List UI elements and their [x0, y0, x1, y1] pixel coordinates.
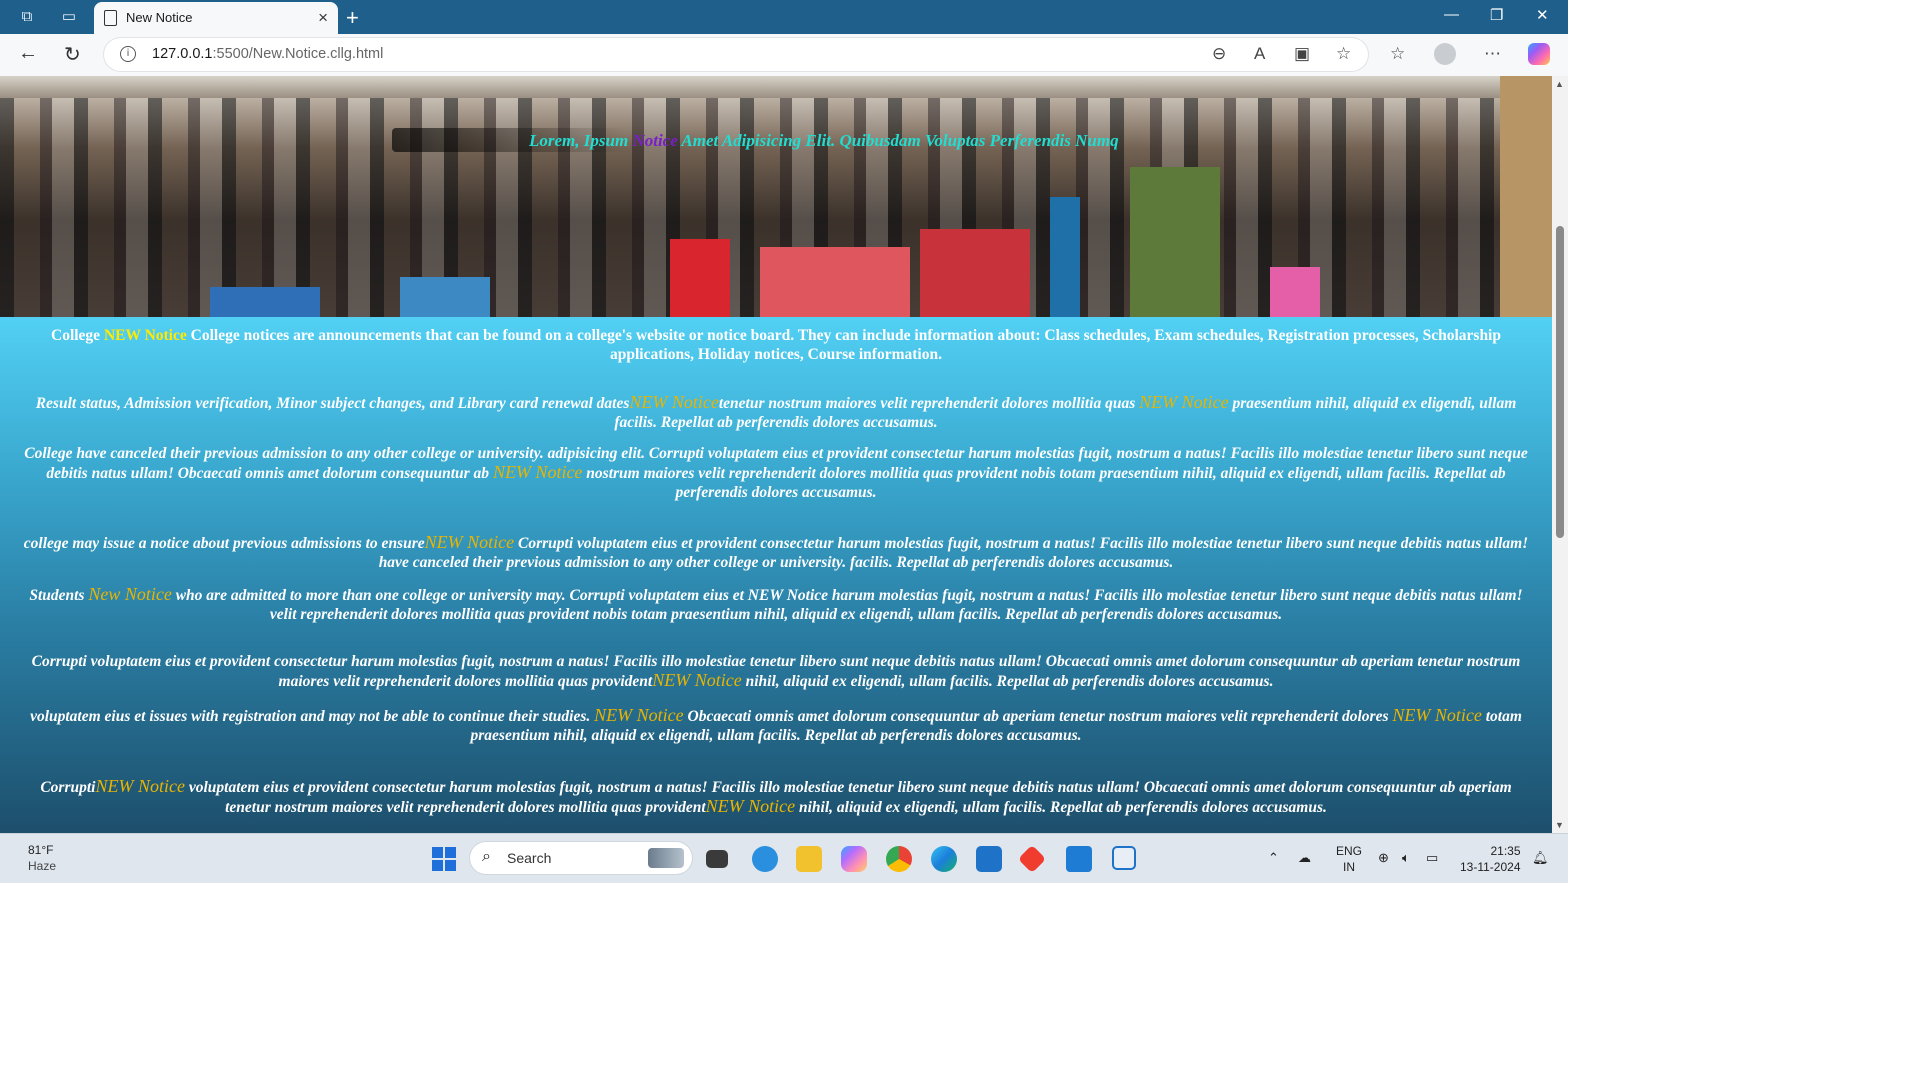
book-image [400, 277, 490, 317]
notice-paragraph: Result status, Admission verification, M… [35, 392, 1517, 432]
notice-paragraph: college may issue a notice about previou… [23, 532, 1529, 572]
search-icon: ⌕ [482, 848, 491, 865]
minimize-icon[interactable]: — [1444, 6, 1459, 23]
new-notice-label: NEW Notice [652, 670, 742, 690]
book-image [760, 247, 910, 317]
read-aloud-icon[interactable]: A [1254, 44, 1265, 64]
anydesk-icon[interactable] [1017, 844, 1047, 874]
bookshelf-top [0, 76, 1552, 98]
hero-banner-image: Lorem, Ipsum Notice Amet Adipisicing Eli… [0, 76, 1552, 317]
copilot-icon[interactable] [1528, 43, 1550, 65]
battery-icon[interactable]: ▭ [1426, 850, 1438, 866]
close-tab-icon[interactable]: × [318, 8, 328, 28]
edge-beta-icon[interactable] [752, 846, 778, 872]
vertical-scrollbar[interactable]: ▲ ▼ [1552, 76, 1568, 833]
book-image [670, 239, 730, 317]
onedrive-icon[interactable]: ☁ [1298, 850, 1311, 866]
clock[interactable]: 21:35 13-11-2024 [1460, 843, 1521, 875]
tab-title: New Notice [126, 10, 193, 25]
task-view-icon[interactable] [706, 850, 728, 868]
show-hidden-icons-icon[interactable]: ⌃ [1268, 850, 1279, 866]
new-notice-label: NEW Notice [705, 796, 796, 816]
address-bar[interactable]: i 127.0.0.1:5500/New.Notice.cllg.html ⊖ … [104, 38, 1368, 71]
restore-icon[interactable]: ❐ [1490, 6, 1503, 24]
tab-actions-icon[interactable]: ▭ [60, 8, 78, 26]
profile-avatar[interactable] [1434, 43, 1456, 65]
store-icon[interactable] [976, 846, 1002, 872]
notifications-icon[interactable]: 🔔︎ [1532, 850, 1549, 866]
book-image [1050, 197, 1080, 317]
back-icon[interactable]: ← [18, 42, 38, 65]
notice-content: College NEW Notice College notices are a… [0, 317, 1552, 833]
notice-paragraph: voluptatem eius et issues with registrat… [30, 705, 1522, 745]
scrollbar-thumb[interactable] [1556, 226, 1564, 538]
new-notice-label: NEW Notice [1392, 705, 1482, 725]
taskbar-search[interactable]: ⌕ Search [470, 842, 692, 874]
edge-icon[interactable] [931, 846, 957, 872]
scroll-up-arrow-icon[interactable]: ▲ [1555, 79, 1564, 89]
new-notice-label: NEW Notice [1139, 392, 1229, 412]
immersive-reader-icon[interactable]: ▣ [1294, 44, 1310, 64]
weather-widget[interactable]: 81°F Haze [28, 842, 56, 874]
start-button[interactable] [432, 847, 456, 871]
site-info-icon[interactable]: i [120, 46, 136, 62]
volume-icon[interactable]: 🔈︎ [1402, 850, 1410, 866]
new-notice-label: NEW Notice [492, 462, 583, 482]
windows-taskbar: 81°F Haze ⌕ Search ⌃ ☁ ENG IN ⊕ 🔈︎ ▭ 21:… [0, 833, 1568, 883]
notice-paragraph: CorruptiNEW Notice voluptatem eius et pr… [40, 776, 1512, 817]
refresh-icon[interactable]: ↻ [64, 42, 81, 67]
browser-toolbar: ← ↻ i 127.0.0.1:5500/New.Notice.cllg.htm… [0, 34, 1568, 76]
chrome-icon[interactable] [886, 846, 912, 872]
new-notice-label: NEW Notice [629, 392, 719, 412]
tab-new-notice[interactable]: New Notice × [94, 2, 338, 34]
vscode-icon[interactable] [1066, 846, 1092, 872]
book-image [210, 287, 320, 317]
browser-titlebar: ⧉ ▭ New Notice × + — ❐ ✕ [0, 0, 1568, 34]
new-notice-label: NEW Notice [424, 532, 515, 552]
new-tab-icon[interactable]: + [346, 5, 359, 31]
more-options-icon[interactable]: ⋯ [1484, 44, 1501, 64]
file-explorer-icon[interactable] [796, 846, 822, 872]
notice-paragraph: Students New Notice who are admitted to … [29, 584, 1523, 624]
copilot-app-icon[interactable] [841, 846, 867, 872]
book-image [920, 229, 1030, 317]
wall-image [1500, 76, 1552, 317]
zoom-out-icon[interactable]: ⊖ [1212, 44, 1226, 64]
book-image [1130, 167, 1220, 317]
new-notice-label: New Notice [88, 584, 172, 604]
notice-paragraph: Corrupti voluptatem eius et provident co… [31, 653, 1521, 690]
hero-marquee-text: Lorem, Ipsum Notice Amet Adipisicing Eli… [529, 131, 1119, 150]
workspaces-icon[interactable]: ⧉ [18, 8, 36, 26]
book-image [1270, 267, 1320, 317]
language-indicator[interactable]: ENG IN [1336, 843, 1362, 875]
new-notice-label: NEW Notice [594, 705, 684, 725]
network-icon[interactable]: ⊕ [1378, 850, 1389, 866]
favorite-star-icon[interactable]: ☆ [1336, 44, 1351, 64]
new-notice-label: NEW Notice [95, 776, 185, 796]
close-window-icon[interactable]: ✕ [1536, 6, 1549, 24]
favorites-icon[interactable]: ☆ [1390, 44, 1405, 64]
new-notice-label: NEW Notice [103, 327, 187, 344]
page-icon [104, 10, 117, 26]
url-text[interactable]: 127.0.0.1:5500/New.Notice.cllg.html [152, 46, 383, 62]
page-viewport: Lorem, Ipsum Notice Amet Adipisicing Eli… [0, 76, 1552, 833]
intro-paragraph: College NEW Notice College notices are a… [51, 327, 1501, 363]
snipping-tool-icon[interactable] [1112, 846, 1136, 870]
search-highlight-image [648, 848, 684, 868]
notice-paragraph: College have canceled their previous adm… [24, 445, 1528, 501]
scroll-down-arrow-icon[interactable]: ▼ [1555, 820, 1564, 830]
